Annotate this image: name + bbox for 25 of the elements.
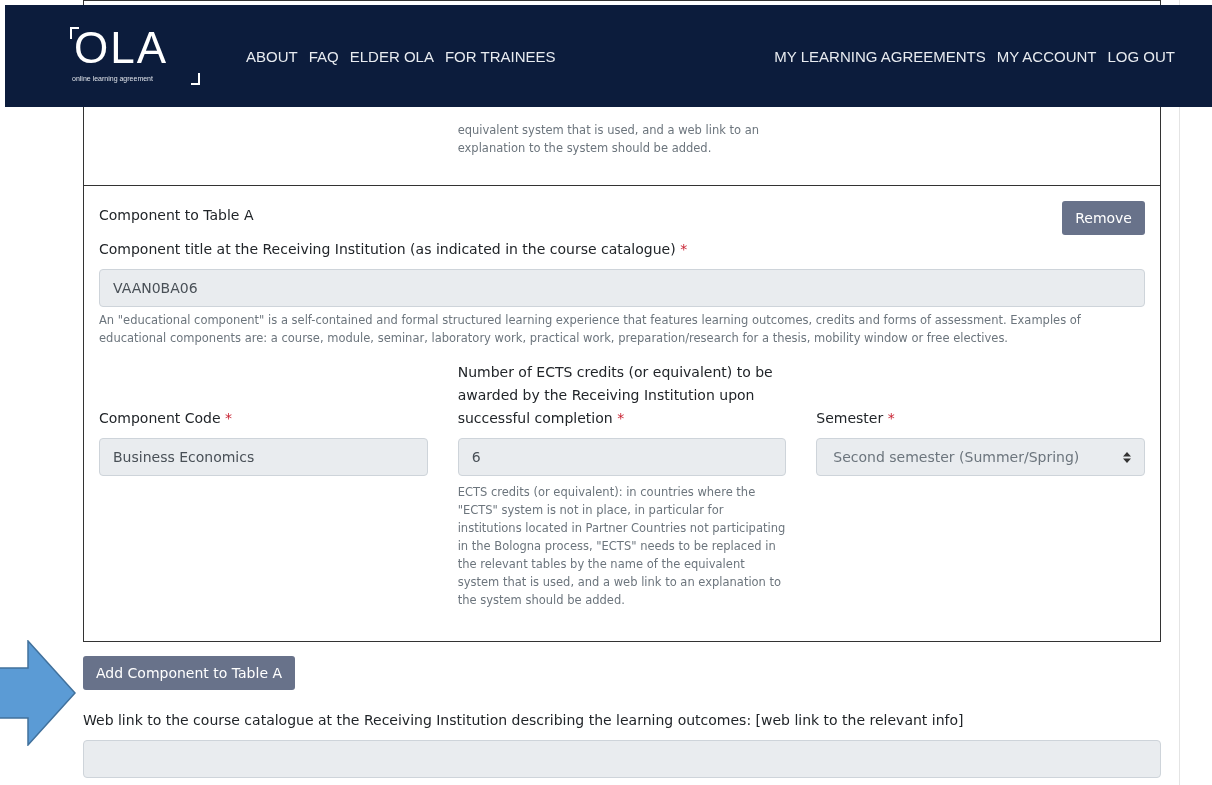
select-field[interactable]: Second semester (Summer/Spring) [816,438,1145,476]
field-label: Component title at the Receiving Institution (as indicated in the course catalogue) * [99,240,689,259]
nav-link[interactable]: FAQ [308,47,339,65]
text-field[interactable]: VAAN0BA06 [99,269,1145,307]
field-label: Web link to the course catalogue at the Receiving Institution describing the learning outcomes: [web link to the relevant info] [83,712,965,728]
nav-link[interactable]: MY ACCOUNT [996,47,1097,65]
add-component-button[interactable]: Add Component to Table A [83,656,296,690]
sort-caret-icon [1123,451,1131,463]
field-label: Number of ECTS credits (or equivalent) to be awarded by the Receiving Institution upon successful completion * [457,363,774,428]
logo-text: OLA [74,23,169,73]
text-field[interactable] [83,740,1161,778]
help-text: ECTS credits (or equivalent): in countries where the "ECTS" system is not in place, in particular for institutions located in Partner Countries not participating in the Bologna process, "ECTS" needs to be replaced in the relevant tables by the name of the equivalent system that is used, and a web link to an explanation to the system should be added. [457,484,787,609]
section-heading: Component to Table A [99,206,254,223]
help-text: equivalent system that is used, and a web link to an explanation to the system should be added. [457,122,761,157]
nav-link[interactable]: FOR TRAINEES [444,47,556,65]
nav-link[interactable]: ELDER OLA [349,47,434,65]
nav-link[interactable]: LOG OUT [1107,47,1175,65]
field-label: Semester * [816,409,896,428]
remove-button[interactable]: Remove [1062,201,1145,235]
text-field[interactable]: Business Economics [99,438,428,476]
nav-link[interactable]: MY LEARNING AGREEMENTS [774,47,986,65]
help-text: An "educational component" is a self-contained and formal structured learning experience that features learning outcomes, credits and forms of assessment. Examples of educational components are: a course, module, seminar, laboratory work, practical work, preparation/research for a thesis, mobility window or free electives. [99,312,1082,347]
nav-link[interactable]: ABOUT [246,47,298,65]
field-label: Component Code * [99,409,234,428]
text-field[interactable]: 6 [457,438,787,476]
